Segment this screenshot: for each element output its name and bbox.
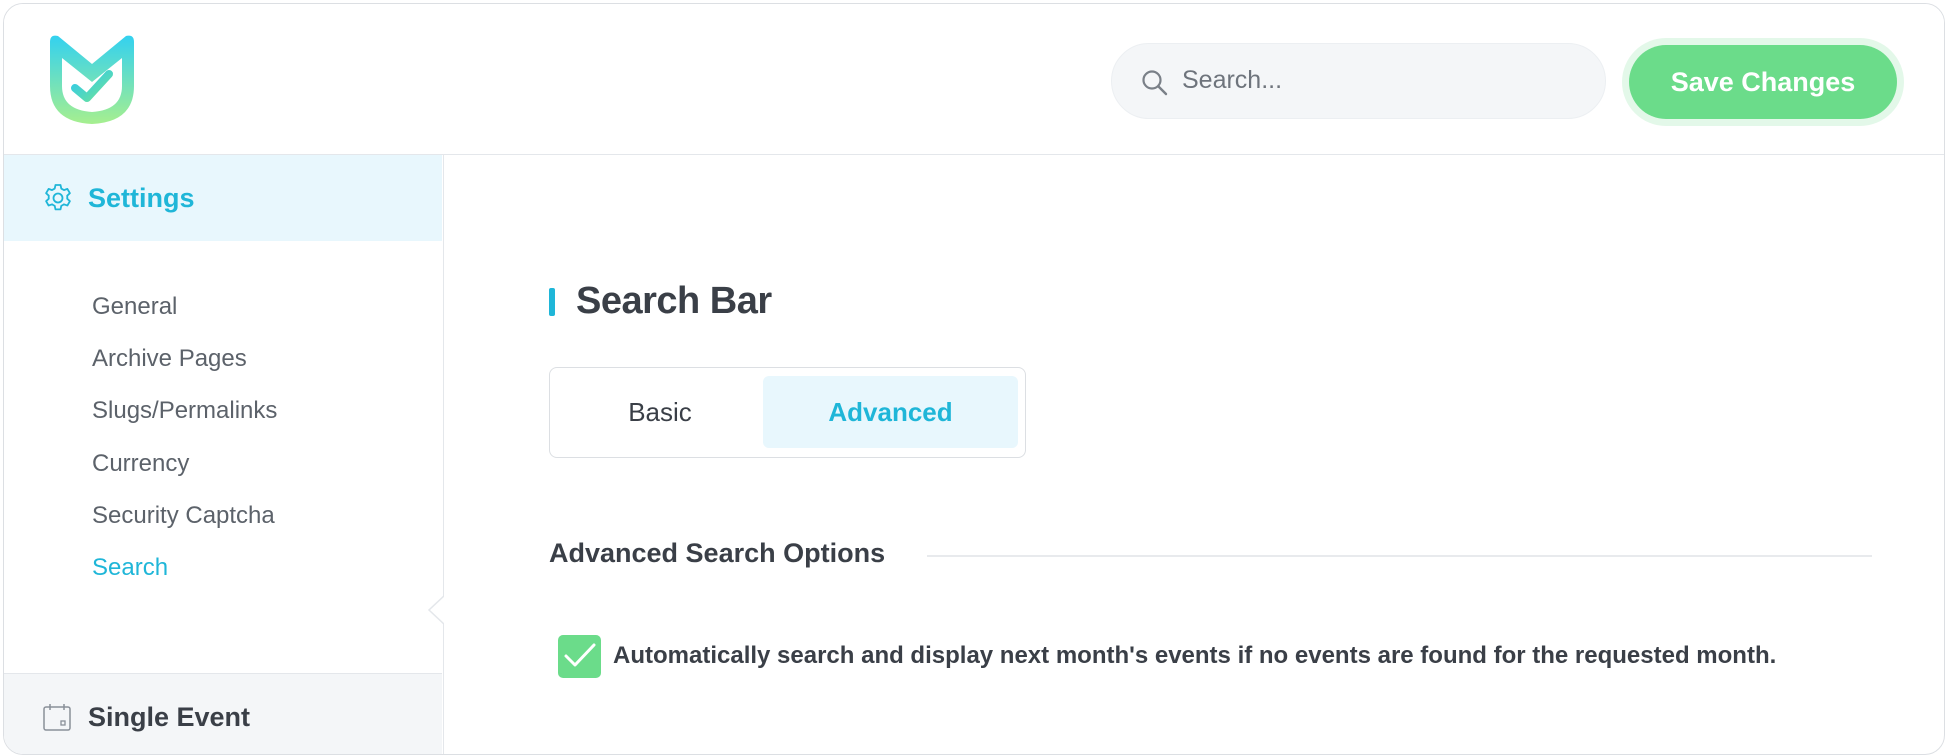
tab-advanced[interactable]: Advanced bbox=[763, 376, 1018, 448]
next-month-option-label: Automatically search and display next mo… bbox=[613, 642, 1777, 669]
sidebar-item-general[interactable]: General bbox=[92, 293, 177, 321]
sidebar: Settings General Archive Pages Slugs/Per… bbox=[4, 155, 447, 754]
sidebar-item-search[interactable]: Search bbox=[92, 554, 168, 582]
app-window: Save Changes Settings General Archive Pa… bbox=[3, 3, 1945, 755]
search-icon bbox=[1142, 70, 1168, 96]
sidebar-item-currency[interactable]: Currency bbox=[92, 450, 189, 478]
top-header: Save Changes bbox=[4, 4, 1944, 155]
sidebar-item-archive-pages[interactable]: Archive Pages bbox=[92, 345, 247, 373]
sidebar-section-label: Single Event bbox=[88, 702, 251, 732]
next-month-checkbox[interactable] bbox=[558, 635, 601, 678]
sidebar-item-slugs-permalinks[interactable]: Slugs/Permalinks bbox=[92, 397, 277, 425]
gear-icon bbox=[45, 184, 71, 211]
section-heading: Advanced Search Options bbox=[549, 538, 886, 568]
tab-basic[interactable]: Basic bbox=[558, 376, 762, 448]
section-divider bbox=[927, 555, 1872, 557]
sidebar-section-label: Settings bbox=[88, 183, 195, 213]
save-changes-button[interactable]: Save Changes bbox=[1629, 45, 1897, 119]
tab-group: Basic Advanced bbox=[549, 367, 1026, 458]
sidebar-section-single-event[interactable]: Single Event bbox=[4, 673, 442, 754]
title-accent-bar bbox=[549, 288, 555, 316]
checkmark-icon bbox=[564, 643, 596, 667]
calendar-check-logo-icon[interactable] bbox=[42, 30, 142, 130]
sidebar-item-security-captcha[interactable]: Security Captcha bbox=[92, 502, 275, 530]
main-content: Search Bar Basic Advanced Advanced Searc… bbox=[444, 155, 1944, 754]
page-title: Search Bar bbox=[576, 280, 772, 322]
calendar-icon bbox=[43, 704, 71, 731]
search-box[interactable] bbox=[1111, 43, 1606, 119]
sidebar-section-settings[interactable]: Settings bbox=[4, 155, 442, 241]
search-input[interactable] bbox=[1182, 44, 1582, 117]
